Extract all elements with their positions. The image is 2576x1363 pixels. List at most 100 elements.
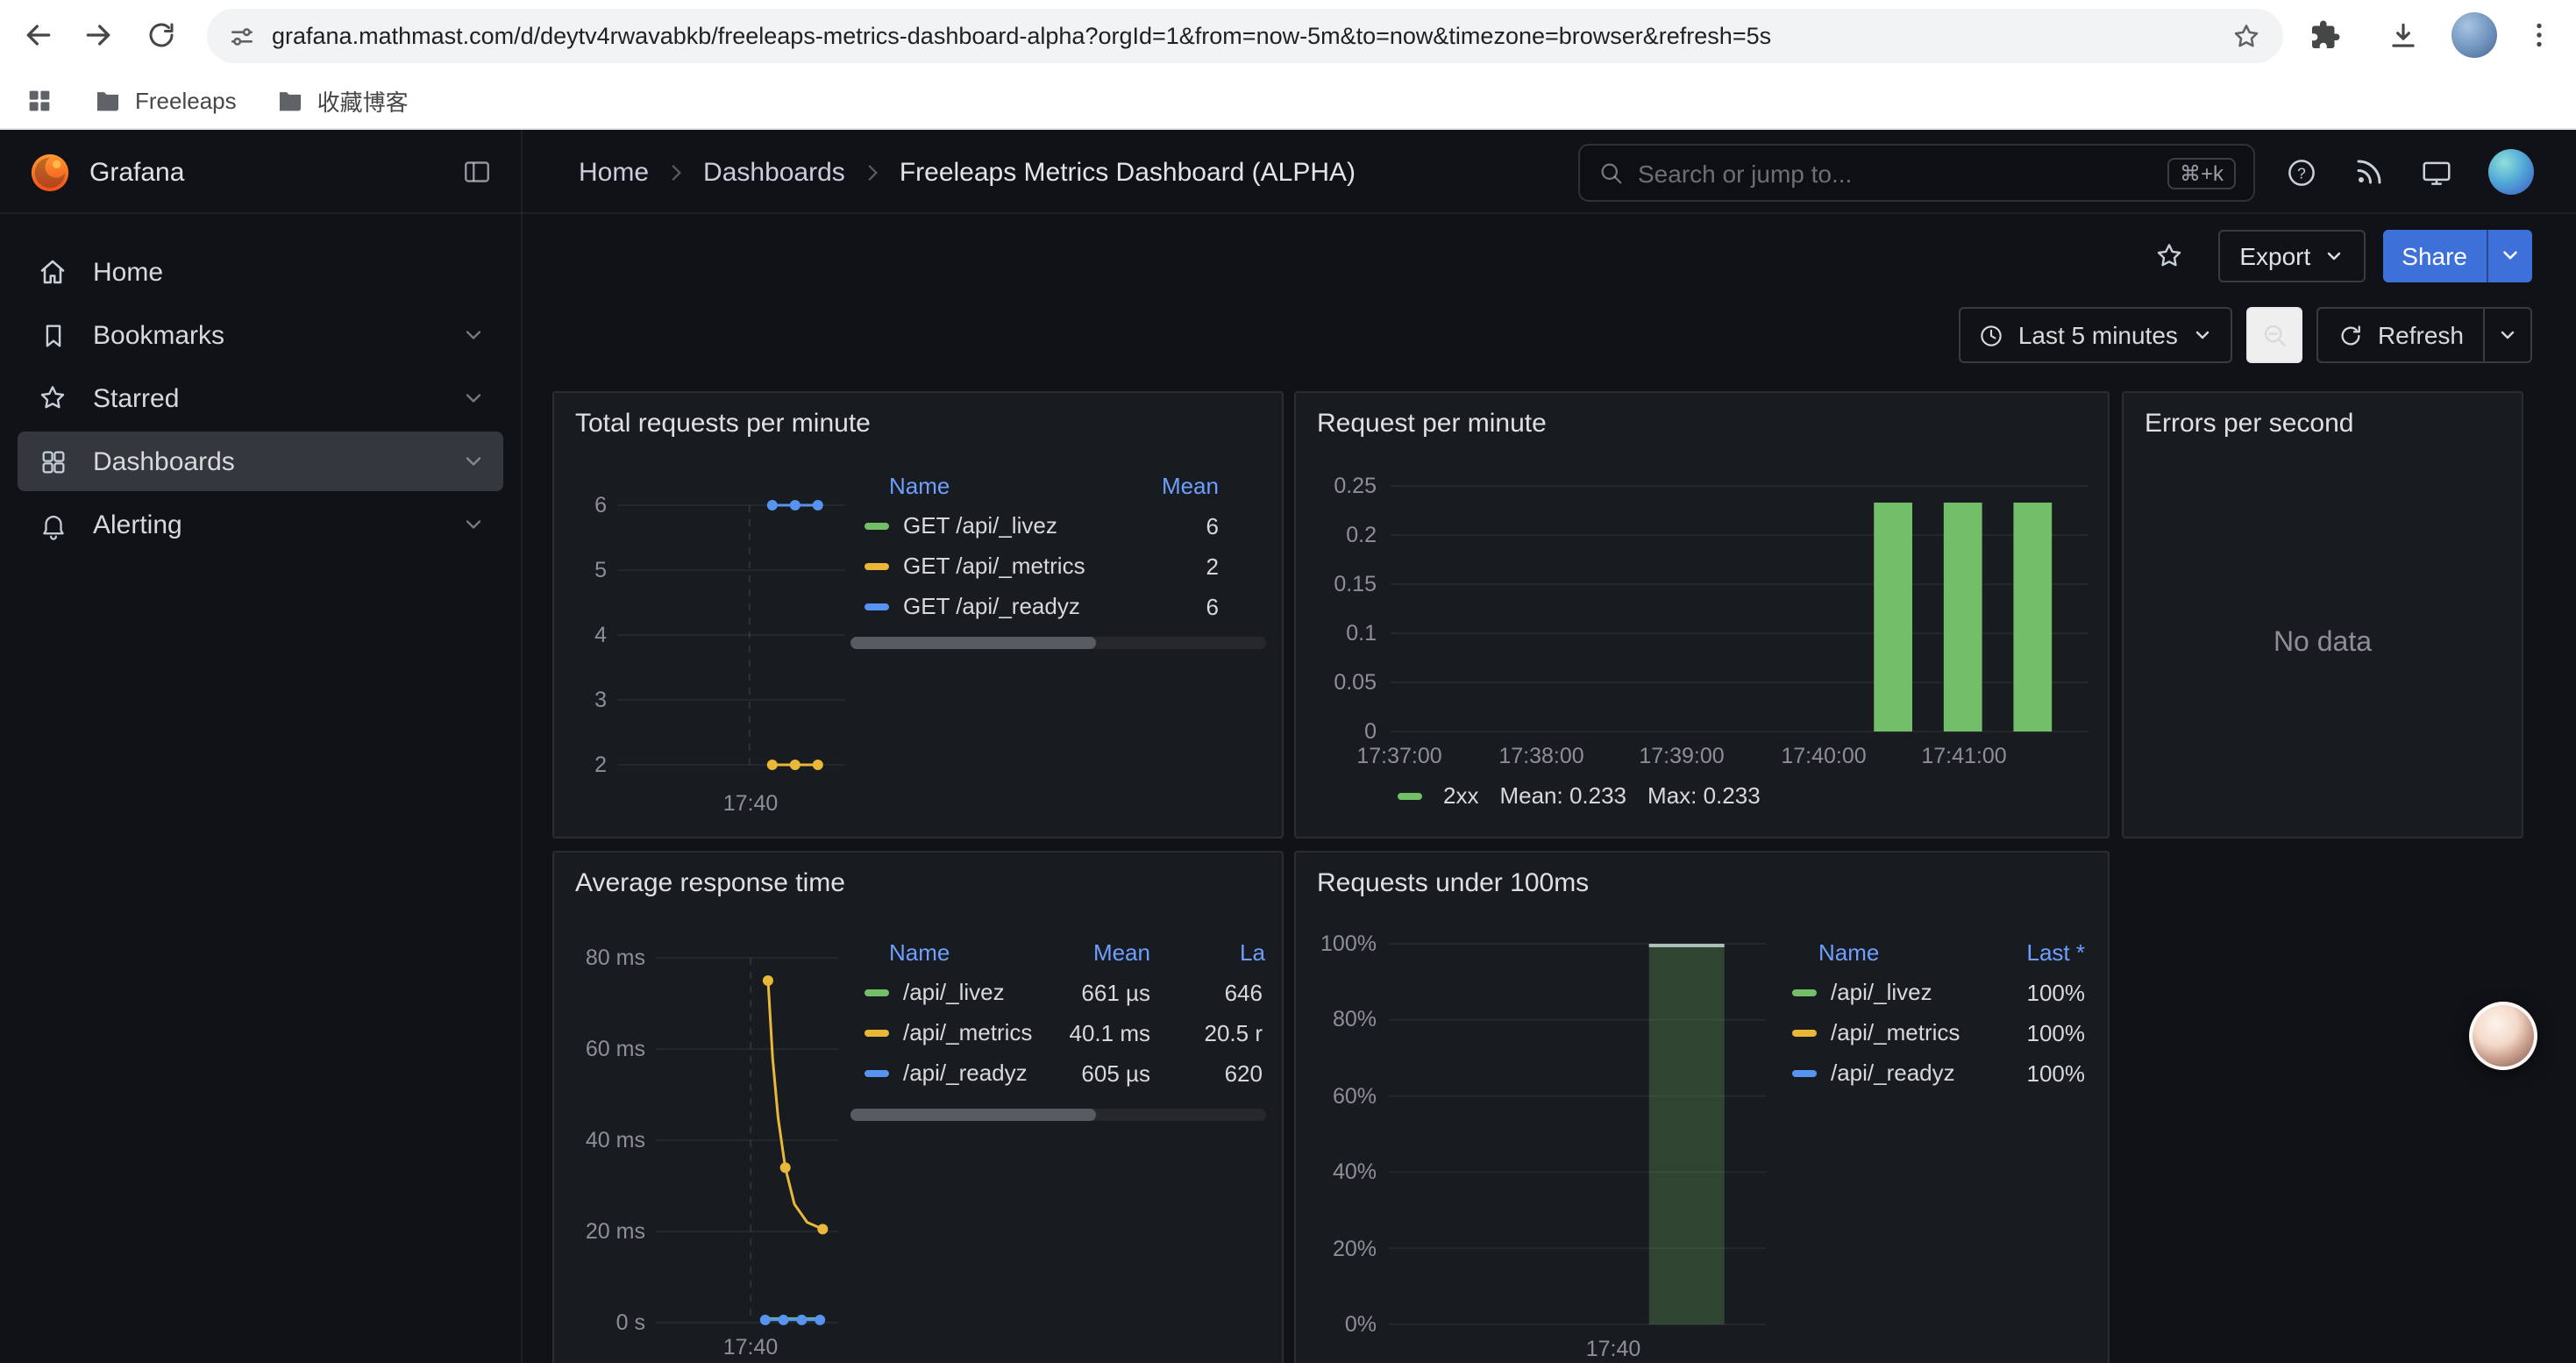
forward-icon[interactable] — [74, 11, 123, 60]
help-icon[interactable]: ? — [2285, 155, 2318, 189]
legend-row[interactable]: /api/_metrics 100% — [1778, 1012, 2094, 1053]
dock-menu-icon[interactable] — [461, 156, 493, 188]
share-button[interactable]: Share — [2382, 229, 2532, 282]
search-shortcut: ⌘+k — [2167, 157, 2236, 189]
series-name[interactable]: /api/_metrics — [1831, 1019, 1960, 1045]
panel-errors-per-second: Errors per second No data — [2122, 391, 2523, 838]
series-max: Max: 0.233 — [1647, 782, 1761, 809]
chevron-down-icon[interactable] — [461, 386, 486, 410]
legend-row[interactable]: /api/_livez 661 µs 646 — [850, 972, 1266, 1012]
star-dashboard-icon[interactable] — [2145, 231, 2194, 280]
bar-chart — [1389, 944, 1766, 1324]
legend-row[interactable]: /api/_readyz 100% — [1778, 1053, 2094, 1093]
panel-title[interactable]: Errors per second — [2124, 393, 2374, 454]
download-icon[interactable] — [2378, 11, 2427, 60]
sidebar-item-alerting[interactable]: Alerting — [18, 495, 503, 554]
series-color-dash — [1792, 988, 1817, 995]
sidebar-item-home[interactable]: Home — [18, 242, 503, 302]
bookmark-star-icon[interactable] — [2231, 20, 2262, 52]
breadcrumb-dashboards[interactable]: Dashboards — [703, 157, 845, 187]
series-name[interactable]: GET /api/_livez — [903, 512, 1057, 539]
browser-profile-avatar[interactable] — [2451, 12, 2497, 58]
refresh-interval-chevron-icon[interactable] — [2483, 309, 2530, 361]
legend-col-name[interactable]: Name — [1818, 939, 1879, 966]
series-name[interactable]: /api/_livez — [903, 979, 1005, 1005]
panel-title[interactable]: Total requests per minute — [554, 393, 892, 454]
refresh-main[interactable]: Refresh — [2318, 309, 2483, 361]
scrollbar-thumb[interactable] — [850, 637, 1096, 649]
legend-scrollbar[interactable] — [850, 637, 1266, 649]
share-label[interactable]: Share — [2382, 229, 2487, 282]
x-axis-label: 17:40 — [680, 1335, 821, 1359]
legend: 2xx Mean: 0.233 Max: 0.233 — [1398, 782, 1761, 809]
series-name[interactable]: 2xx — [1443, 782, 1478, 809]
series-color-dash — [865, 603, 889, 610]
chevron-down-icon[interactable] — [461, 449, 486, 474]
legend-row[interactable]: GET /api/_livez 6 — [850, 505, 1266, 546]
series-color-dash — [865, 988, 889, 995]
series-color-dash — [865, 562, 889, 569]
series-name[interactable]: GET /api/_readyz — [903, 593, 1080, 619]
legend-row[interactable]: GET /api/_metrics 2 — [850, 546, 1266, 586]
grafana-logo[interactable] — [28, 150, 72, 194]
breadcrumb-home[interactable]: Home — [579, 157, 649, 187]
panel-title[interactable]: Requests under 100ms — [1296, 853, 1610, 914]
series-name[interactable]: /api/_readyz — [903, 1060, 1028, 1086]
legend-col-mean[interactable]: Mean — [1093, 939, 1150, 966]
legend-row[interactable]: /api/_readyz 605 µs 620 — [850, 1053, 1266, 1093]
sidebar-item-starred[interactable]: Starred — [18, 368, 503, 428]
user-avatar[interactable] — [2488, 149, 2534, 195]
time-controls: Last 5 minutes Refresh — [523, 296, 2576, 374]
bookmark-item-freeleaps[interactable]: Freeleaps — [93, 85, 237, 115]
rss-icon[interactable] — [2353, 156, 2385, 188]
legend-row[interactable]: /api/_metrics 40.1 ms 20.5 r — [850, 1012, 1266, 1053]
url-bar[interactable] — [207, 9, 2283, 63]
search-input[interactable] — [1638, 159, 2167, 187]
folder-icon — [93, 85, 123, 115]
legend-col-name[interactable]: Name — [889, 939, 950, 966]
bookmark-item-blog[interactable]: 收藏博客 — [275, 83, 409, 117]
sidebar-item-label: Alerting — [93, 510, 182, 539]
share-menu-chevron-icon[interactable] — [2487, 229, 2532, 282]
legend-row[interactable]: /api/_livez 100% — [1778, 972, 2094, 1012]
legend-table: Name Last * /api/_livez 100% /api/_metri… — [1778, 933, 2094, 1093]
legend-col-last[interactable]: Las — [1240, 939, 1266, 966]
legend-col-last[interactable]: Last * — [2027, 939, 2086, 966]
legend-row[interactable]: GET /api/_readyz 6 — [850, 586, 1266, 626]
extensions-icon[interactable] — [2301, 11, 2350, 60]
tune-icon[interactable] — [228, 22, 256, 50]
time-range-picker[interactable]: Last 5 minutes — [1959, 307, 2232, 363]
series-name[interactable]: /api/_livez — [1831, 979, 1932, 1005]
series-name[interactable]: GET /api/_metrics — [903, 553, 1085, 579]
browser-toolbar — [0, 0, 2576, 72]
panel-title[interactable]: Request per minute — [1296, 393, 1568, 454]
export-label: Export — [2239, 241, 2310, 269]
legend-col-name[interactable]: Name — [889, 473, 950, 499]
refresh-button[interactable]: Refresh — [2316, 307, 2532, 363]
export-button[interactable]: Export — [2218, 229, 2365, 282]
series-name[interactable]: /api/_metrics — [903, 1019, 1032, 1045]
series-mean: 6 — [1206, 593, 1219, 619]
y-tick: 2 — [594, 753, 607, 777]
search-bar[interactable]: ⌘+k — [1578, 144, 2255, 202]
back-icon[interactable] — [14, 11, 63, 60]
y-tick: 100% — [1320, 931, 1377, 956]
series-name[interactable]: /api/_readyz — [1831, 1060, 1955, 1086]
chevron-down-icon[interactable] — [461, 512, 486, 537]
reload-icon[interactable] — [137, 11, 186, 60]
scrollbar-thumb[interactable] — [850, 1109, 1096, 1121]
legend-scrollbar[interactable] — [850, 1109, 1266, 1121]
zoom-out-time-icon[interactable] — [2246, 307, 2302, 363]
chevron-down-icon[interactable] — [461, 323, 486, 347]
legend-col-mean[interactable]: Mean — [1162, 473, 1219, 499]
floating-avatar[interactable] — [2469, 1002, 2537, 1070]
series-color-dash — [1792, 1069, 1817, 1076]
y-tick: 60 ms — [586, 1037, 645, 1061]
apps-grid-icon[interactable] — [25, 85, 54, 115]
monitor-icon[interactable] — [2420, 155, 2453, 189]
sidebar-item-dashboards[interactable]: Dashboards — [18, 432, 503, 491]
panel-title[interactable]: Average response time — [554, 853, 866, 914]
sidebar-item-bookmarks[interactable]: Bookmarks — [18, 305, 503, 365]
url-input[interactable] — [272, 23, 2231, 49]
browser-menu-icon[interactable] — [2515, 11, 2564, 60]
